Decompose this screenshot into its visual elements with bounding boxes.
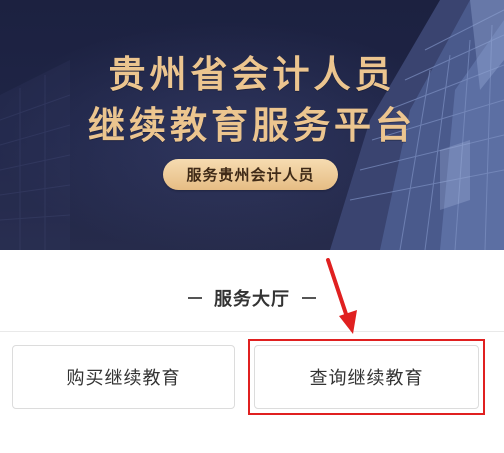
hero-banner: 贵州省会计人员 继续教育服务平台 服务贵州会计人员 [0, 0, 504, 250]
service-hall-title: 服务大厅 [214, 289, 290, 310]
banner-title-line-2: 继续教育服务平台 [88, 104, 416, 147]
red-arrow-icon [326, 258, 357, 334]
page: 贵州省会计人员 继续教育服务平台 服务贵州会计人员 服务大厅 购买继续教育 查询… [0, 0, 504, 453]
banner-title-line-1: 贵州省会计人员 [108, 53, 396, 96]
banner-slogan-pill: 服务贵州会计人员 [163, 159, 338, 190]
query-continuing-education-button[interactable]: 查询继续教育 [254, 345, 479, 409]
buy-continuing-education-button[interactable]: 购买继续教育 [12, 345, 235, 409]
title-dash-left [188, 297, 202, 299]
service-hall-header: 服务大厅 [0, 265, 504, 332]
title-dash-right [302, 297, 316, 299]
